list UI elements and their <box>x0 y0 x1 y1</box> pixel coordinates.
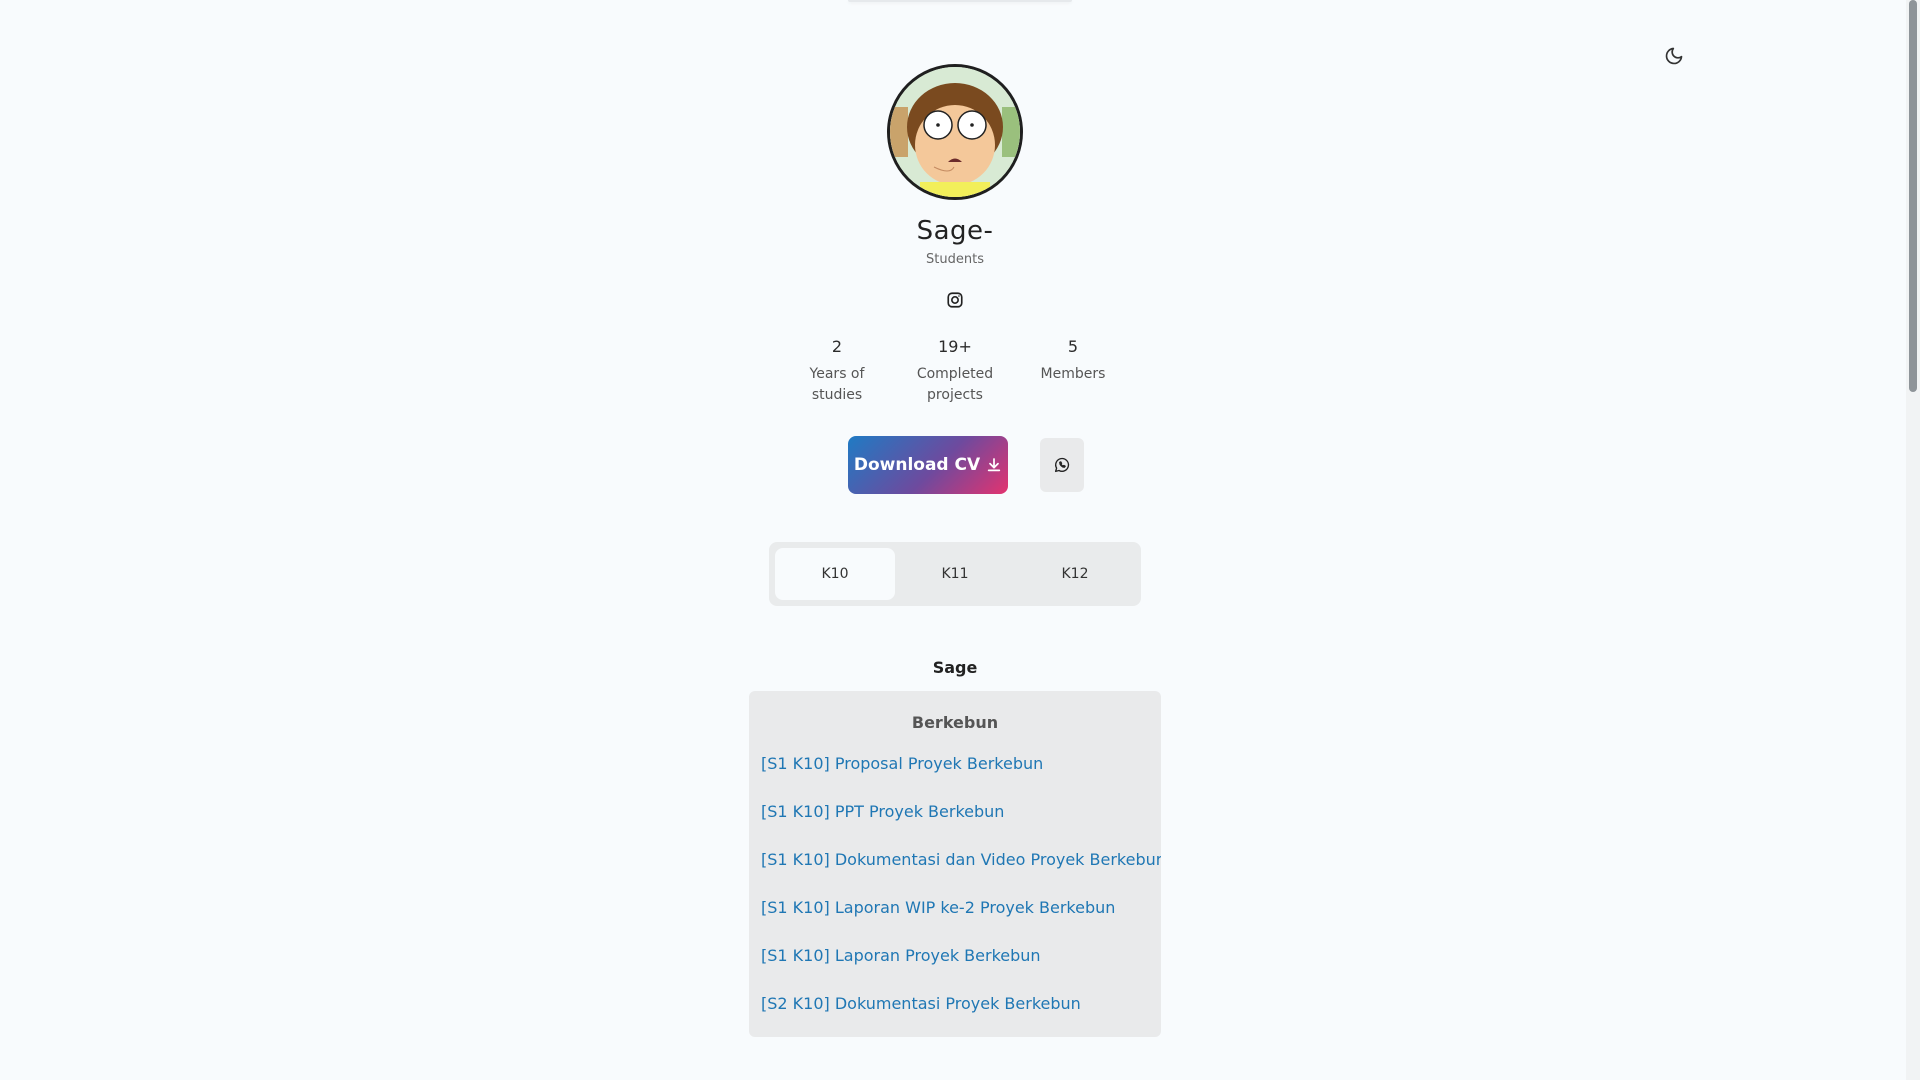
instagram-link[interactable] <box>944 289 966 311</box>
stat-label: Years of studies <box>809 366 865 403</box>
stat-projects: 19+ Completed projects <box>896 337 1014 406</box>
card-title: Berkebun <box>911 713 999 732</box>
list-item: [S2 K10] Dokumentasi Proyek Berkebun <box>761 994 1149 1037</box>
stat-value: 5 <box>1067 337 1079 356</box>
whatsapp-icon <box>1054 457 1070 473</box>
download-cv-button[interactable]: Download CV <box>848 436 1008 494</box>
stat-value: 19+ <box>938 337 972 356</box>
scrollbar[interactable] <box>1906 0 1920 1080</box>
profile-section: Sage- Students 2 Years of studies 19+ Co… <box>0 0 1910 1037</box>
stat-label: Completed projects <box>916 366 994 403</box>
project-link[interactable]: [S1 K10] PPT Proyek Berkebun <box>761 802 1004 821</box>
list-item: [S1 K10] PPT Proyek Berkebun <box>761 802 1149 850</box>
list-item: [S1 K10] Laporan Proyek Berkebun <box>761 946 1149 994</box>
list-item: [S1 K10] Dokumentasi dan Video Proyek Be… <box>761 850 1161 898</box>
project-link[interactable]: [S1 K10] Laporan Proyek Berkebun <box>761 946 1041 965</box>
profile-role: Students <box>926 252 984 267</box>
avatar <box>887 64 1023 200</box>
tab-k12[interactable]: K12 <box>1015 548 1135 600</box>
stats-row: 2 Years of studies 19+ Completed project… <box>778 337 1132 406</box>
grade-tabs: K10 K11 K12 <box>769 542 1141 606</box>
tab-k10[interactable]: K10 <box>775 548 895 600</box>
project-card: Berkebun [S1 K10] Proposal Proyek Berkeb… <box>749 691 1161 1037</box>
stat-value: 2 <box>831 337 843 356</box>
download-cv-label: Download CV <box>853 455 981 475</box>
download-icon <box>987 458 1001 472</box>
list-item: [S1 K10] Laporan WIP ke-2 Proyek Berkebu… <box>761 898 1149 946</box>
instagram-icon <box>947 292 963 308</box>
project-links: [S1 K10] Proposal Proyek Berkebun [S1 K1… <box>761 754 1161 1037</box>
stat-members: 5 Members <box>1014 337 1132 406</box>
project-link[interactable]: [S1 K10] Proposal Proyek Berkebun <box>761 754 1043 773</box>
project-link[interactable]: [S2 K10] Dokumentasi Proyek Berkebun <box>761 994 1081 1013</box>
profile-name: Sage- <box>916 216 994 246</box>
project-link[interactable]: [S1 K10] Dokumentasi dan Video Proyek Be… <box>761 850 1161 869</box>
stat-years: 2 Years of studies <box>778 337 896 406</box>
stat-label: Members <box>1040 366 1106 382</box>
whatsapp-button[interactable] <box>1040 438 1084 492</box>
section-title: Sage <box>932 658 978 677</box>
scrollbar-thumb[interactable] <box>1909 0 1917 392</box>
project-link[interactable]: [S1 K10] Laporan WIP ke-2 Proyek Berkebu… <box>761 898 1115 917</box>
tab-k11[interactable]: K11 <box>895 548 1015 600</box>
list-item: [S1 K10] Proposal Proyek Berkebun <box>761 754 1149 802</box>
actions-row: Download CV <box>848 436 1084 494</box>
